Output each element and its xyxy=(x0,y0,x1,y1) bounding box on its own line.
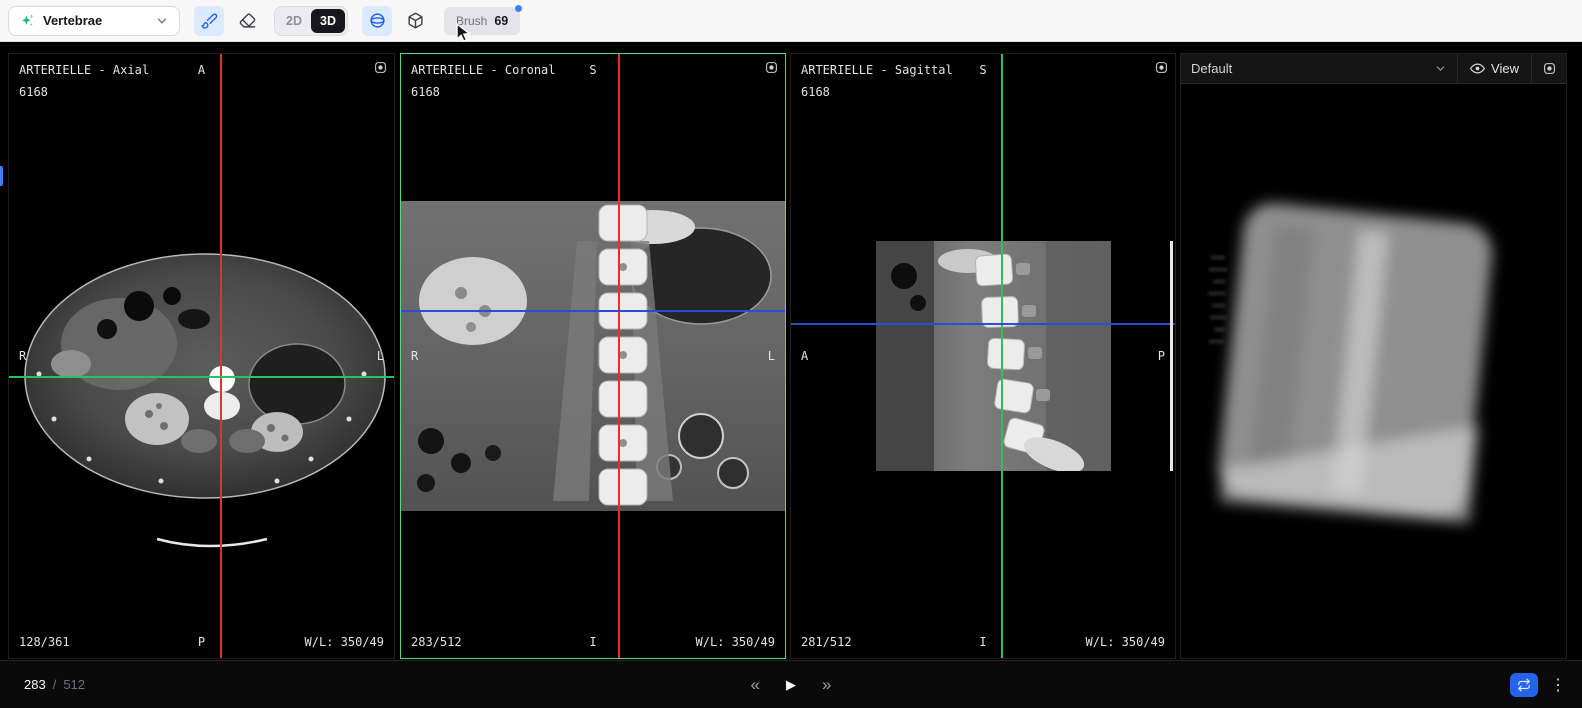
coronal-ct-image[interactable] xyxy=(401,201,785,511)
eraser-icon xyxy=(239,12,256,29)
toolbar: Vertebrae 2D 3D Brush 69 xyxy=(0,0,1582,42)
crosshair-horizontal-blue[interactable] xyxy=(791,323,1175,325)
crosshair-vertical-green[interactable] xyxy=(1001,54,1003,658)
eye-icon xyxy=(1470,61,1486,76)
footer-bar: 283 / 512 « ▶ » ⋮ xyxy=(0,660,1582,708)
sagittal-ct-image[interactable] xyxy=(876,241,1111,471)
cube-icon xyxy=(407,12,424,29)
preset-select[interactable]: Default xyxy=(1181,54,1457,83)
crosshair-vertical-red[interactable] xyxy=(618,54,620,658)
viewport-coronal[interactable]: ARTERIELLE - Coronal S 6168 R L 283/512 … xyxy=(400,53,786,659)
skip-forward-button[interactable]: » xyxy=(822,676,831,693)
slice-counter: 281/512 xyxy=(801,635,852,649)
orientation-left: A xyxy=(801,349,809,363)
series-number: 6168 xyxy=(411,85,440,99)
crosshair-horizontal-blue[interactable] xyxy=(401,310,785,312)
loop-button[interactable] xyxy=(1510,673,1538,697)
mode-toggle: 2D 3D xyxy=(274,5,348,36)
volume-cube-tool-button[interactable] xyxy=(400,6,430,36)
viewport-target-icon[interactable] xyxy=(374,61,387,74)
view-button[interactable]: View xyxy=(1458,54,1531,83)
repeat-icon xyxy=(1517,678,1531,692)
brush-size-indicator[interactable]: Brush 69 xyxy=(444,4,523,35)
brush-size-badge-dot xyxy=(515,4,523,12)
viewport-target-icon[interactable] xyxy=(1155,61,1168,74)
orientation-top: A xyxy=(197,63,206,77)
orientation-bottom: I xyxy=(589,635,597,649)
viewport-title: ARTERIELLE - Sagittal xyxy=(801,63,953,77)
viewport-title: ARTERIELLE - Axial xyxy=(19,63,150,77)
orientation-bottom: I xyxy=(979,635,987,649)
scrubber-current: 283 xyxy=(24,677,46,692)
orientation-bottom: P xyxy=(197,635,206,649)
more-options-button[interactable]: ⋮ xyxy=(1550,661,1566,708)
segmentation-select-value: Vertebrae xyxy=(43,13,103,28)
viewport-title: ARTERIELLE - Coronal xyxy=(411,63,556,77)
viewport-target-icon[interactable] xyxy=(1532,54,1566,83)
brush-size-value: 69 xyxy=(494,13,509,28)
orientation-left: R xyxy=(411,349,419,363)
axial-ct-image[interactable] xyxy=(9,244,394,574)
orientation-right: L xyxy=(767,349,775,363)
scrubber-separator: / xyxy=(52,677,57,692)
sparkles-icon xyxy=(19,13,35,29)
slice-scrubber: 283 / 512 xyxy=(24,661,85,708)
slice-counter: 283/512 xyxy=(411,635,462,649)
slice-counter: 128/361 xyxy=(19,635,70,649)
volume-render-image[interactable] xyxy=(1181,84,1566,658)
view-button-label: View xyxy=(1491,61,1519,76)
crosshair-horizontal-green[interactable] xyxy=(9,376,394,378)
orientation-right: P xyxy=(1157,349,1165,363)
orientation-top: S xyxy=(979,63,987,77)
window-level: W/L: 350/49 xyxy=(1085,635,1165,649)
brush-size-label: Brush xyxy=(456,13,488,28)
chevron-down-icon xyxy=(155,14,169,28)
orientation-right: L xyxy=(376,349,384,363)
series-number: 6168 xyxy=(19,85,48,99)
left-edge-accent xyxy=(0,166,3,186)
viewport-axial[interactable]: ARTERIELLE - Axial A 6168 R L 128/361 P … xyxy=(8,53,395,659)
skip-back-button[interactable]: « xyxy=(751,676,760,693)
scrubber-total: 512 xyxy=(63,677,86,692)
brush-tool-button[interactable] xyxy=(194,5,224,36)
viewport-volume-3d[interactable]: Default View xyxy=(1180,53,1567,659)
sphere-tool-button[interactable] xyxy=(362,5,392,36)
crosshair-vertical-red[interactable] xyxy=(220,54,222,658)
mode-3d-option[interactable]: 3D xyxy=(311,8,345,33)
orientation-top: S xyxy=(589,63,597,77)
window-level: W/L: 350/49 xyxy=(695,635,775,649)
eraser-tool-button[interactable] xyxy=(232,6,262,36)
segmentation-select[interactable]: Vertebrae xyxy=(8,5,180,36)
scroll-indicator[interactable] xyxy=(1170,241,1173,471)
brush-icon xyxy=(200,12,218,29)
sphere-icon xyxy=(369,12,386,29)
chevron-down-icon xyxy=(1434,62,1447,75)
orientation-left: R xyxy=(19,349,27,363)
mode-2d-option[interactable]: 2D xyxy=(277,9,311,33)
play-button[interactable]: ▶ xyxy=(786,678,796,691)
series-number: 6168 xyxy=(801,85,830,99)
volume-viewport-header: Default View xyxy=(1181,54,1566,84)
preset-select-value: Default xyxy=(1191,61,1233,76)
window-level: W/L: 350/49 xyxy=(304,635,384,649)
playback-controls: « ▶ » xyxy=(751,661,832,708)
viewport-target-icon[interactable] xyxy=(765,61,778,74)
viewport-sagittal[interactable]: ARTERIELLE - Sagittal S 6168 A P 281/512… xyxy=(790,53,1176,659)
